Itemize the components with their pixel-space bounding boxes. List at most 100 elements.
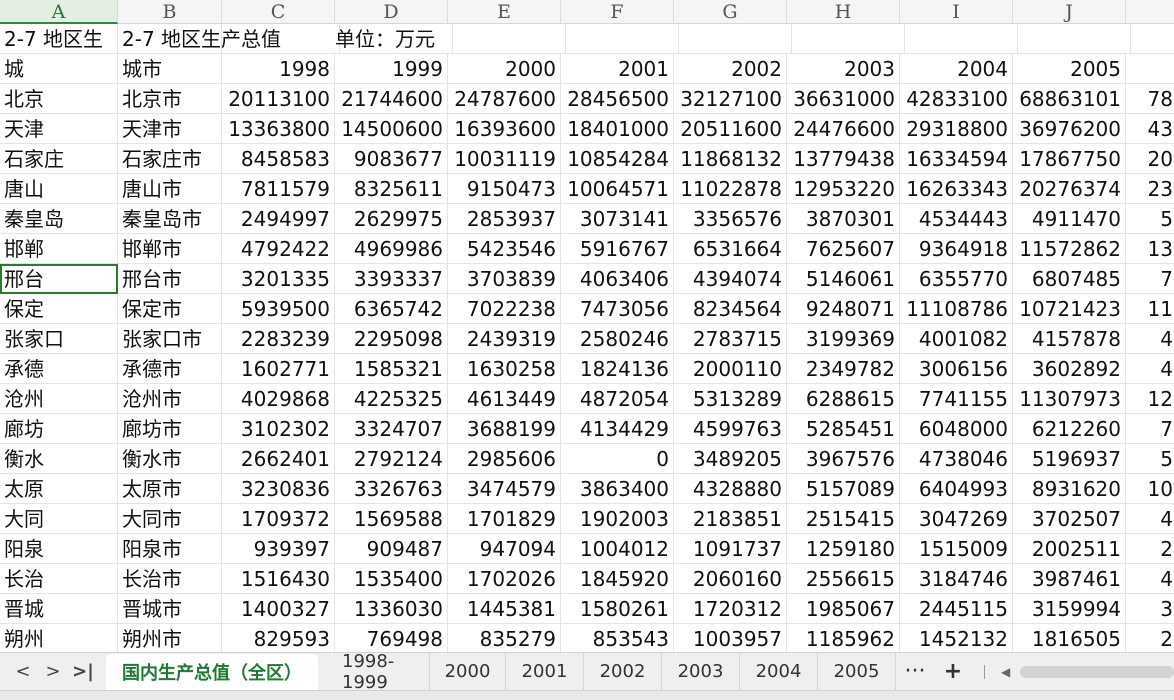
cell-gdp-value[interactable]: 7473056	[561, 294, 674, 324]
cell-city-short[interactable]: 长治	[0, 564, 118, 594]
cell-gdp-value[interactable]: 24476600	[787, 114, 900, 144]
cell-gdp-value[interactable]: 5313289	[674, 384, 787, 414]
cell-city-short[interactable]: 北京	[0, 84, 118, 114]
cell-gdp-value[interactable]: 1816505	[1013, 624, 1126, 652]
cell-gdp-value[interactable]: 853543	[561, 624, 674, 652]
cell-gdp-value[interactable]: 24787600	[448, 84, 561, 114]
horizontal-scrollbar[interactable]: ◀	[972, 653, 1174, 691]
cell-gdp-value[interactable]: 28456500	[561, 84, 674, 114]
cell-gdp-value[interactable]: 2494997	[222, 204, 335, 234]
cell-empty[interactable]	[453, 24, 566, 54]
cell-gdp-value[interactable]: 4534443	[900, 204, 1013, 234]
cell-gdp-value[interactable]: 42833100	[900, 84, 1013, 114]
cell-gdp-value[interactable]: 6048000	[900, 414, 1013, 444]
cell-gdp-value[interactable]: 2783715	[674, 324, 787, 354]
cell-gdp-value[interactable]: 43	[1126, 114, 1174, 144]
cell-gdp-value[interactable]: 4001082	[900, 324, 1013, 354]
cell-gdp-value[interactable]: 909487	[335, 534, 448, 564]
cell-gdp-value[interactable]: 7	[1126, 264, 1174, 294]
cell-gdp-value[interactable]: 7625607	[787, 234, 900, 264]
tab-2004[interactable]: 2004	[740, 652, 818, 691]
column-header-i[interactable]: I	[900, 0, 1013, 24]
cell-gdp-value[interactable]: 23	[1126, 174, 1174, 204]
cell-city-name[interactable]: 大同市	[118, 504, 222, 534]
cell-city-short[interactable]: 唐山	[0, 174, 118, 204]
cell-gdp-value[interactable]: 2580246	[561, 324, 674, 354]
cell-gdp-value[interactable]: 2515415	[787, 504, 900, 534]
cell-gdp-value[interactable]: 8234564	[674, 294, 787, 324]
column-header-c[interactable]: C	[222, 0, 335, 24]
cell-gdp-value[interactable]: 8458583	[222, 144, 335, 174]
cell-gdp-value[interactable]: 6355770	[900, 264, 1013, 294]
cell-gdp-value[interactable]: 1985067	[787, 594, 900, 624]
cell-gdp-value[interactable]: 6531664	[674, 234, 787, 264]
cell-gdp-value[interactable]: 29318800	[900, 114, 1013, 144]
cell-gdp-value[interactable]: 16334594	[900, 144, 1013, 174]
cell-gdp-value[interactable]: 9083677	[335, 144, 448, 174]
cell-city-short[interactable]: 邢台	[0, 264, 118, 294]
cell-gdp-value[interactable]: 4	[1126, 564, 1174, 594]
column-header-j[interactable]: J	[1013, 0, 1126, 24]
cell-empty[interactable]	[792, 24, 905, 54]
cell-gdp-value[interactable]: 1336030	[335, 594, 448, 624]
cell-gdp-value[interactable]: 769498	[335, 624, 448, 652]
cell-city-name[interactable]: 沧州市	[118, 384, 222, 414]
cell-gdp-value[interactable]: 3199369	[787, 324, 900, 354]
cell-gdp-value[interactable]: 4394074	[674, 264, 787, 294]
cell-gdp-value[interactable]: 3489205	[674, 444, 787, 474]
cell-city-name[interactable]: 保定市	[118, 294, 222, 324]
scrollbar-thumb[interactable]	[1020, 665, 1174, 678]
cell-gdp-value[interactable]: 1091737	[674, 534, 787, 564]
more-icon[interactable]: ···	[896, 653, 934, 691]
cell-gdp-value[interactable]: 10721423	[1013, 294, 1126, 324]
cell-empty[interactable]	[1018, 24, 1131, 54]
cell-city-short[interactable]: 廊坊	[0, 414, 118, 444]
cell-gdp-value[interactable]: 2349782	[787, 354, 900, 384]
cell-gdp-value[interactable]: 4	[1126, 354, 1174, 384]
cell-gdp-value[interactable]: 5423546	[448, 234, 561, 264]
cell-gdp-value[interactable]: 13779438	[787, 144, 900, 174]
cell-gdp-value[interactable]: 21744600	[335, 84, 448, 114]
cell-city-short[interactable]: 大同	[0, 504, 118, 534]
cell-gdp-value[interactable]: 1004012	[561, 534, 674, 564]
cell-gdp-value[interactable]: 36631000	[787, 84, 900, 114]
column-header-b[interactable]: B	[118, 0, 222, 24]
cell-gdp-value[interactable]: 4029868	[222, 384, 335, 414]
cell-gdp-value[interactable]: 3047269	[900, 504, 1013, 534]
cell-gdp-value[interactable]: 2002511	[1013, 534, 1126, 564]
cell-gdp-value[interactable]: 2000110	[674, 354, 787, 384]
cell-gdp-value[interactable]: 11	[1126, 294, 1174, 324]
cell-city-name[interactable]: 邯郸市	[118, 234, 222, 264]
cell-gdp-value[interactable]: 2	[1126, 534, 1174, 564]
column-header-g[interactable]: G	[674, 0, 787, 24]
cell-gdp-value[interactable]: 3326763	[335, 474, 448, 504]
cell-gdp-value[interactable]: 16393600	[448, 114, 561, 144]
cell-city-short[interactable]: 晋城	[0, 594, 118, 624]
cell-gdp-value[interactable]: 6212260	[1013, 414, 1126, 444]
cell-gdp-value[interactable]: 1701829	[448, 504, 561, 534]
cell-gdp-value[interactable]: 6807485	[1013, 264, 1126, 294]
cell-city-short[interactable]: 太原	[0, 474, 118, 504]
cell-gdp-value[interactable]: 2295098	[335, 324, 448, 354]
cell-gdp-value[interactable]: 3230836	[222, 474, 335, 504]
cell-empty[interactable]	[340, 24, 453, 54]
cell-city-short[interactable]: 保定	[0, 294, 118, 324]
cell-gdp-value[interactable]: 3201335	[222, 264, 335, 294]
cell-gdp-value[interactable]: 14500600	[335, 114, 448, 144]
cell-gdp-value[interactable]: 16263343	[900, 174, 1013, 204]
cell-city-short[interactable]: 天津	[0, 114, 118, 144]
cell-gdp-value[interactable]: 1580261	[561, 594, 674, 624]
cell-gdp-value[interactable]: 3474579	[448, 474, 561, 504]
cell-city-name[interactable]: 承德市	[118, 354, 222, 384]
cell-gdp-value[interactable]: 3	[1126, 594, 1174, 624]
cell-city-name[interactable]: 邢台市	[118, 264, 222, 294]
cell-gdp-value[interactable]: 4969986	[335, 234, 448, 264]
cell-gdp-value[interactable]: 1569588	[335, 504, 448, 534]
header-cell-year[interactable]: 2003	[787, 54, 900, 84]
cell-city-short[interactable]: 石家庄	[0, 144, 118, 174]
cell-gdp-value[interactable]: 1585321	[335, 354, 448, 384]
cell-gdp-value[interactable]: 5146061	[787, 264, 900, 294]
cell-gdp-value[interactable]: 1515009	[900, 534, 1013, 564]
cell-city-short[interactable]: 衡水	[0, 444, 118, 474]
header-cell-year[interactable]: 1998	[222, 54, 335, 84]
